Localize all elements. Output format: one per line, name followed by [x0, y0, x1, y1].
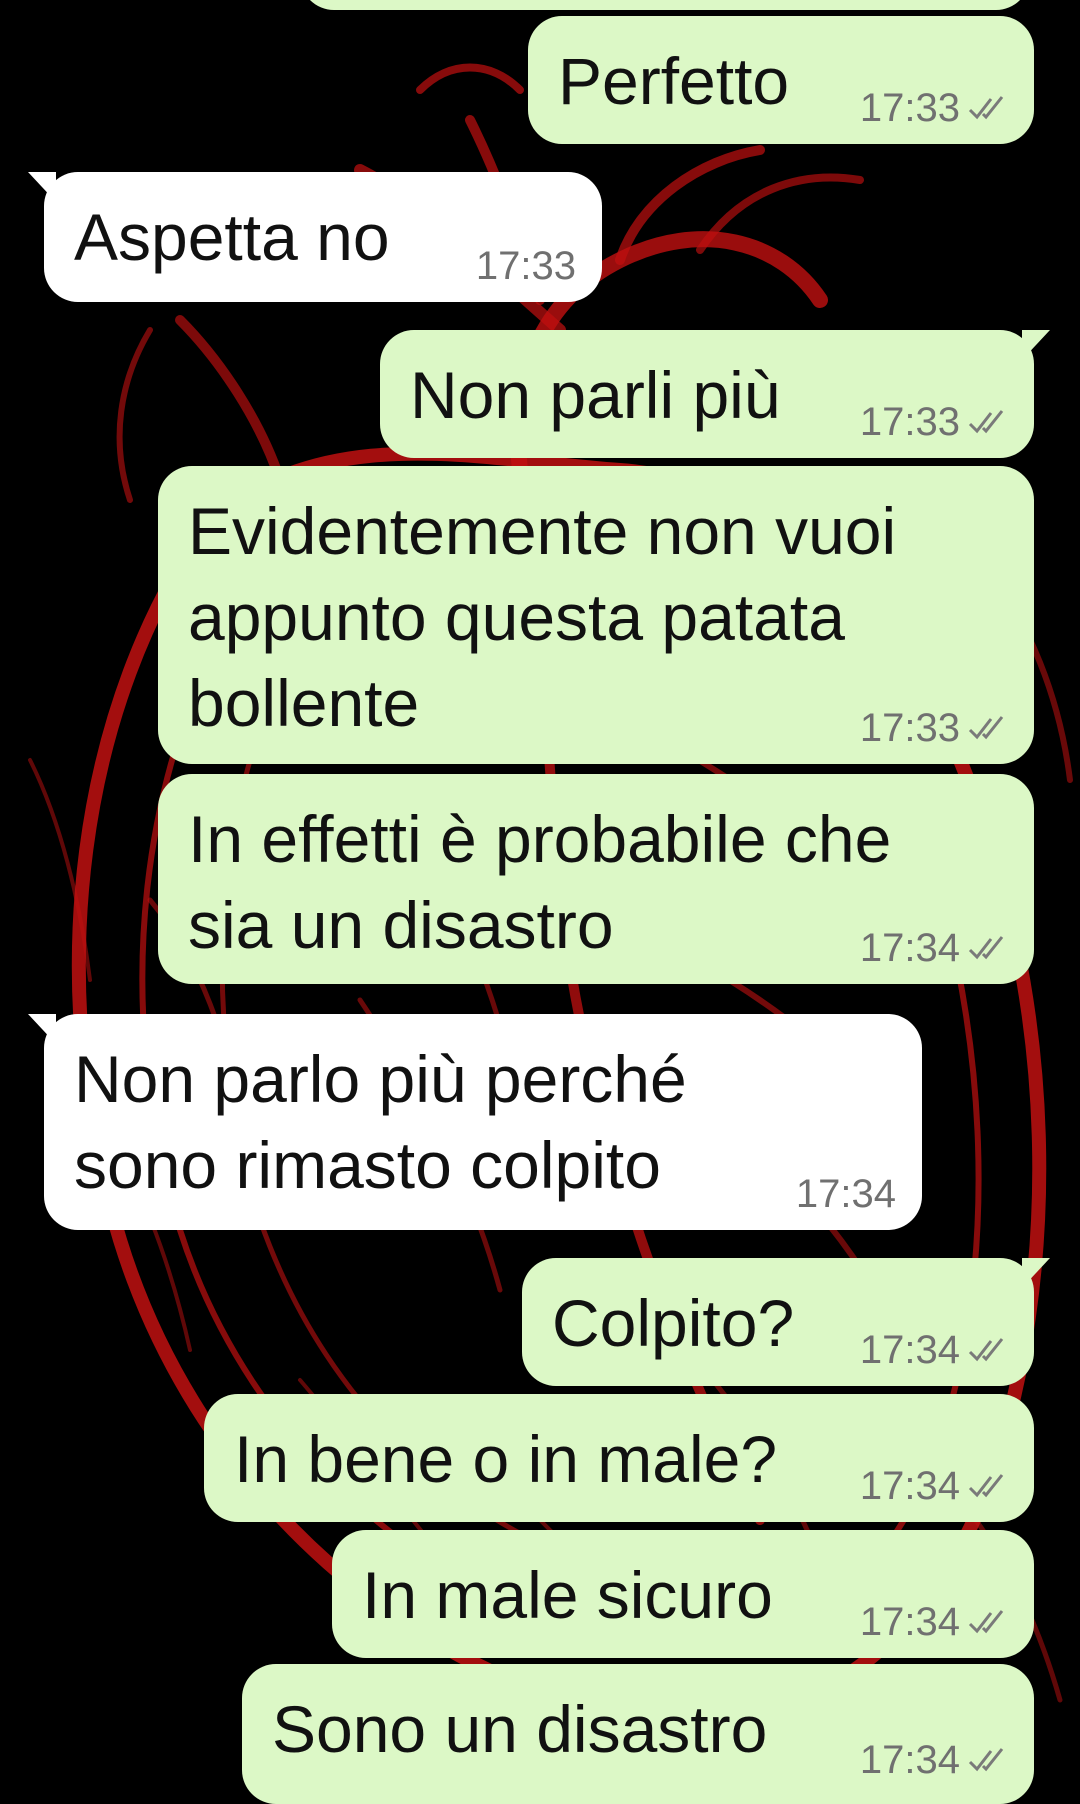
double-check-icon — [968, 1338, 1004, 1362]
message-bubble-outgoing[interactable]: Evidentemente non vuoi appunto questa pa… — [158, 466, 1034, 764]
message-meta: 17:34 — [860, 924, 1008, 972]
bubble-tail — [28, 1014, 56, 1044]
message-meta: 17:33 — [860, 84, 1008, 132]
double-check-icon — [968, 1474, 1004, 1498]
bubble-tail — [28, 172, 56, 202]
message-meta: 17:34 — [796, 1170, 896, 1218]
message-meta: 17:34 — [860, 1462, 1008, 1510]
partial-message-bubble[interactable] — [300, 0, 1030, 10]
double-check-icon — [968, 1748, 1004, 1772]
message-time: 17:34 — [859, 1464, 960, 1508]
message-bubble-outgoing[interactable]: Perfetto 17:33 — [528, 16, 1034, 144]
message-time: 17:34 — [859, 1600, 960, 1644]
message-time: 17:34 — [859, 926, 960, 970]
message-meta: 17:33 — [476, 242, 576, 290]
bubble-tail — [1022, 330, 1050, 360]
double-check-icon — [968, 410, 1004, 434]
message-time: 17:33 — [859, 400, 960, 444]
message-meta: 17:34 — [860, 1598, 1008, 1646]
message-meta: 17:33 — [860, 704, 1008, 752]
message-time: 17:33 — [859, 706, 960, 750]
message-time: 17:34 — [859, 1738, 960, 1782]
message-time: 17:33 — [475, 244, 576, 288]
double-check-icon — [968, 1610, 1004, 1634]
message-bubble-outgoing[interactable]: In effetti è probabile che sia un disast… — [158, 774, 1034, 984]
double-check-icon — [968, 936, 1004, 960]
message-time: 17:34 — [795, 1172, 896, 1216]
message-bubble-outgoing[interactable]: Sono un disastro 17:34 — [242, 1664, 1034, 1804]
message-bubble-outgoing[interactable]: Colpito? 17:34 — [522, 1258, 1050, 1386]
message-bubble-incoming[interactable]: Aspetta no 17:33 — [28, 172, 602, 302]
double-check-icon — [968, 716, 1004, 740]
message-meta: 17:34 — [860, 1326, 1008, 1374]
bubble-tail — [1022, 1258, 1050, 1288]
message-bubble-incoming[interactable]: Non parlo più perché sono rimasto colpit… — [28, 1014, 922, 1230]
message-bubble-outgoing[interactable]: In male sicuro 17:34 — [332, 1530, 1034, 1658]
double-check-icon — [968, 96, 1004, 120]
message-bubble-outgoing[interactable]: Non parli più 17:33 — [380, 330, 1050, 458]
message-time: 17:34 — [859, 1328, 960, 1372]
message-time: 17:33 — [859, 86, 960, 130]
message-meta: 17:34 — [860, 1736, 1008, 1784]
message-text: Non parlo più perché sono rimasto colpit… — [74, 1042, 706, 1202]
message-meta: 17:33 — [860, 398, 1008, 446]
message-bubble-outgoing[interactable]: In bene o in male? 17:34 — [204, 1394, 1034, 1522]
